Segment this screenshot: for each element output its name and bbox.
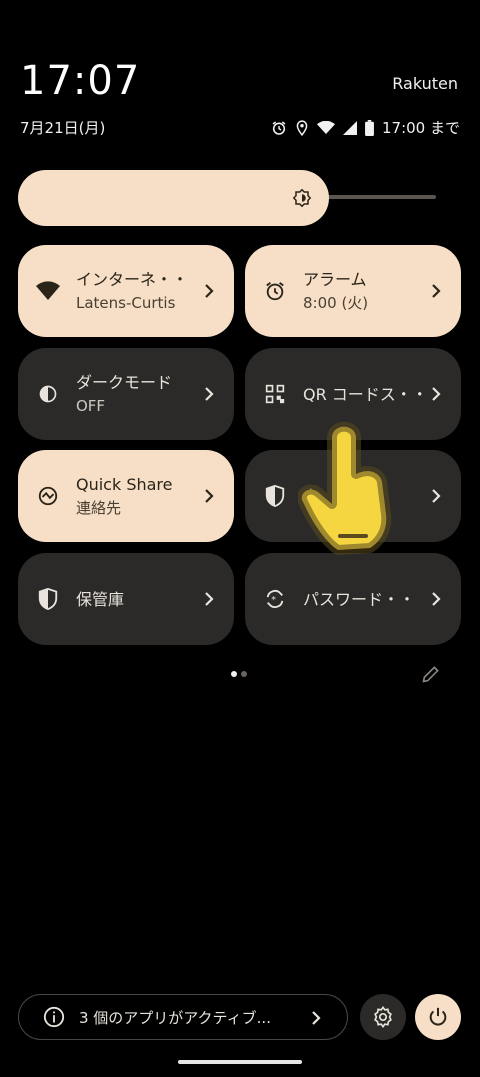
chevron-right-icon (204, 279, 216, 303)
tile-text: アラーム 8:00 (火) (303, 269, 433, 314)
quick-tile[interactable]: * パスワード・・ (245, 553, 461, 645)
alarm-icon (272, 120, 286, 135)
active-apps-label: 3 個のアプリがアクティブ... (79, 1008, 271, 1027)
active-apps-button[interactable]: 3 個のアプリがアクティブ... (18, 994, 348, 1040)
wifi-icon (317, 120, 335, 134)
home-indicator[interactable] (178, 1060, 302, 1064)
quick-tile[interactable]: インターネ・・ Latens-Curtis (18, 245, 234, 337)
chevron-right-icon (204, 484, 216, 508)
location-icon (296, 119, 308, 136)
tile-title: QR コードス・・ (303, 384, 428, 404)
wifi-icon (36, 279, 60, 303)
tile-title: ダークモード (76, 372, 173, 392)
tile-subtitle: 8:00 (火) (303, 293, 369, 312)
tile-text: インターネ・・ Latens-Curtis (76, 269, 206, 314)
quick-tile[interactable]: Quick Share 連絡先 (18, 450, 234, 542)
tile-title: Quick Share (76, 474, 173, 494)
brightness-slider[interactable] (18, 170, 329, 226)
alarm-icon (263, 279, 287, 303)
page-dot (241, 671, 247, 677)
page-dot (231, 671, 237, 677)
tile-subtitle: Latens-Curtis (76, 293, 176, 312)
tile-text: パスワード・・ (303, 589, 433, 610)
tile-title: パスワード・・ (303, 589, 416, 609)
power-icon (429, 1007, 447, 1026)
alarm-until-text: 17:00 まで (382, 119, 460, 137)
chevron-right-icon (431, 587, 443, 611)
chevron-right-icon (312, 1011, 321, 1025)
carrier-name: Rakuten (392, 74, 458, 93)
chevron-right-icon (431, 484, 443, 508)
battery-icon (365, 119, 374, 136)
chevron-right-icon (204, 587, 216, 611)
tile-subtitle: OFF (76, 396, 106, 415)
tile-subtitle: 連絡先 (76, 498, 122, 517)
tile-title: アラーム (303, 269, 367, 289)
date: 7月21日(月) (20, 119, 106, 137)
settings-icon (374, 1006, 392, 1028)
tile-text: QR コードス・・ (303, 384, 433, 405)
quick-tile[interactable]: ダークモード OFF (18, 348, 234, 440)
tile-text: 保管庫 (76, 589, 206, 610)
page-indicator (231, 671, 247, 677)
chevron-right-icon (431, 382, 443, 406)
qr-code-icon (263, 382, 287, 406)
quick-share-icon (36, 484, 60, 508)
quick-tile[interactable]: アラーム 8:00 (火) (245, 245, 461, 337)
status-icons: 17:00 まで (271, 117, 460, 138)
chevron-right-icon (204, 382, 216, 406)
tile-title: インターネ・・ (76, 269, 189, 289)
tile-text: ダークモード OFF (76, 372, 206, 417)
power-button[interactable] (415, 994, 461, 1040)
settings-button[interactable] (360, 994, 406, 1040)
quick-tile[interactable]: 保管庫 (18, 553, 234, 645)
signal-icon (343, 120, 357, 135)
shield-icon (263, 484, 287, 508)
clock: 17:07 (20, 58, 141, 104)
shield-icon (36, 587, 60, 611)
tap-pointer-hand-icon (298, 421, 392, 555)
info-icon (43, 1006, 65, 1028)
brightness-auto-icon (293, 189, 311, 207)
dark-mode-icon (36, 382, 60, 406)
edit-pencil-icon[interactable] (421, 664, 441, 684)
tile-title: 保管庫 (76, 589, 125, 609)
tile-text: Quick Share 連絡先 (76, 474, 206, 519)
svg-text:*: * (271, 595, 276, 606)
password-sync-icon: * (263, 587, 287, 611)
chevron-right-icon (431, 279, 443, 303)
